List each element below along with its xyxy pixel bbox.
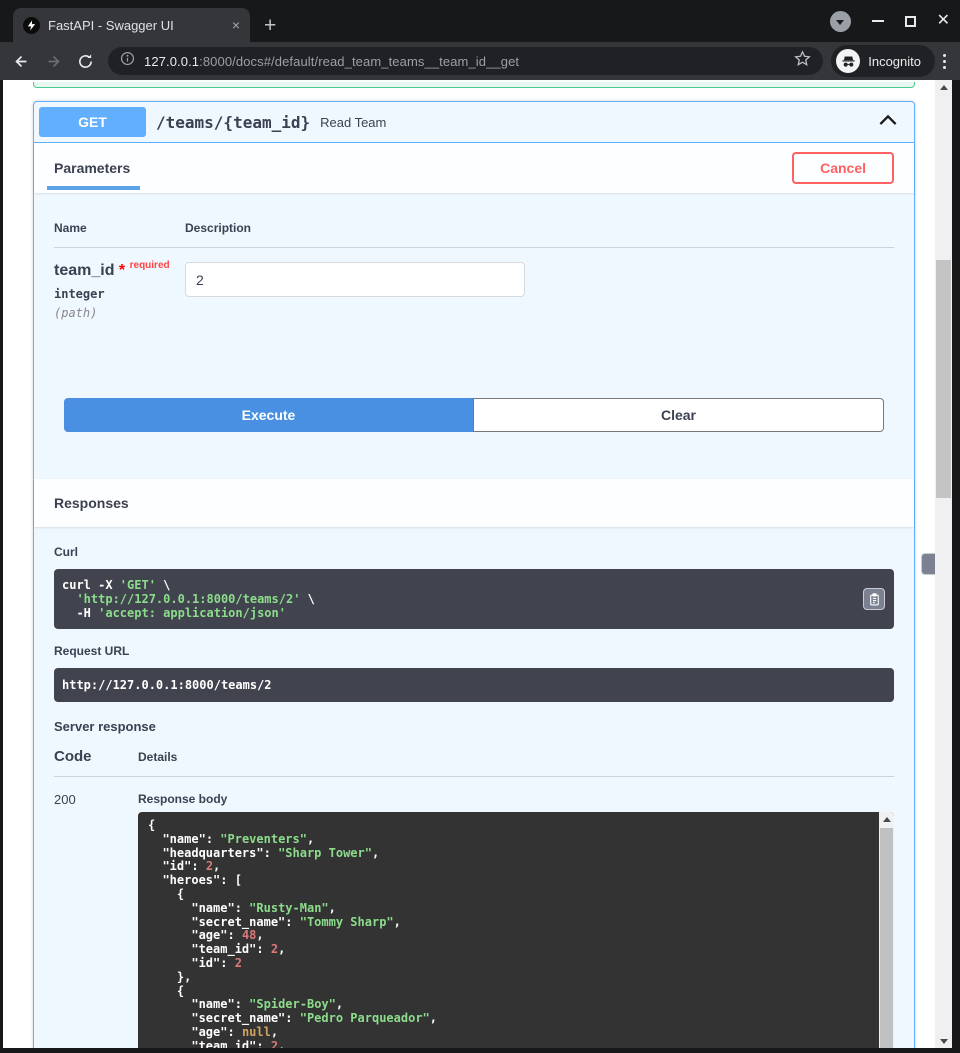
page-content: GET /teams/{team_id} Read Team Parameter… <box>0 80 960 1053</box>
code-column-header: Code <box>54 748 138 765</box>
tab-title: FastAPI - Swagger UI <box>48 18 224 33</box>
curl-command: curl -X 'GET' \ 'http://127.0.0.1:8000/t… <box>54 569 894 629</box>
response-body-label: Response body <box>138 792 894 806</box>
parameter-name: team_id * required <box>54 262 185 280</box>
collapse-chevron-icon[interactable] <box>879 113 897 131</box>
browser-tab[interactable]: FastAPI - Swagger UI × <box>13 8 250 42</box>
server-response-label: Server response <box>54 719 894 734</box>
parameters-tab-underline <box>47 186 140 190</box>
required-label: required <box>130 260 170 271</box>
incognito-label: Incognito <box>868 54 921 69</box>
maximize-button[interactable] <box>905 16 916 27</box>
parameters-tab[interactable]: Parameters <box>54 160 130 176</box>
tab-close-icon[interactable]: × <box>232 18 240 32</box>
response-body-scrollbar[interactable] <box>879 812 894 1048</box>
clear-button[interactable]: Clear <box>473 398 884 432</box>
browser-toolbar: 127.0.0.1:8000/docs#/default/read_team_t… <box>0 42 960 80</box>
parameters-section-header: Parameters Cancel <box>34 143 914 193</box>
page-scrollbar-thumb[interactable] <box>936 260 951 498</box>
responses-title: Responses <box>54 495 129 511</box>
operation-summary-text: Read Team <box>320 115 386 130</box>
operation-summary[interactable]: GET /teams/{team_id} Read Team <box>34 102 914 143</box>
responses-inner: Curl curl -X 'GET' \ 'http://127.0.0.1:8… <box>34 527 914 1048</box>
minimize-button[interactable] <box>872 20 884 22</box>
swagger-page: GET /teams/{team_id} Read Team Parameter… <box>3 80 935 1048</box>
response-row: 200 Response body { "name": "Preventers"… <box>54 792 894 1048</box>
execute-button[interactable]: Execute <box>64 398 473 432</box>
copy-to-clipboard-button[interactable] <box>863 588 885 610</box>
site-info-icon[interactable] <box>120 51 135 71</box>
curl-label: Curl <box>54 545 894 559</box>
cancel-button[interactable]: Cancel <box>792 152 894 184</box>
required-star: * <box>119 262 125 279</box>
get-operation-block: GET /teams/{team_id} Read Team Parameter… <box>33 101 915 1048</box>
response-body-block: { "name": "Preventers", "headquarters": … <box>138 812 894 1048</box>
operation-path: /teams/{team_id} <box>156 113 310 132</box>
request-url-value: http://127.0.0.1:8000/teams/2 <box>54 668 894 702</box>
parameters-table: Name Description team_id * required inte… <box>34 193 914 398</box>
url-text[interactable]: 127.0.0.1:8000/docs#/default/read_team_t… <box>144 54 785 69</box>
request-url-label: Request URL <box>54 644 894 658</box>
status-code: 200 <box>54 792 138 1048</box>
parameter-type: integer <box>54 287 185 301</box>
name-column-header: Name <box>54 221 185 235</box>
incognito-badge: Incognito <box>831 45 935 77</box>
response-scrollbar-thumb[interactable] <box>880 828 893 1048</box>
page-scrollbar[interactable] <box>935 80 952 1048</box>
previous-operation-block-edge[interactable] <box>33 82 915 88</box>
incognito-icon <box>836 49 860 73</box>
details-column-header: Details <box>138 750 177 764</box>
parameter-location: (path) <box>54 306 185 320</box>
response-table-header: Code Details <box>54 748 894 777</box>
new-tab-button[interactable]: + <box>264 15 276 36</box>
tab-search-icon[interactable] <box>830 11 851 32</box>
fastapi-favicon-icon <box>23 17 40 34</box>
team-id-input[interactable] <box>185 262 525 297</box>
parameter-row: team_id * required integer (path) <box>54 248 894 398</box>
close-window-button[interactable]: ✕ <box>937 13 950 29</box>
responses-section-header: Responses <box>34 479 914 527</box>
description-column-header: Description <box>185 221 251 235</box>
execute-button-group: Execute Clear <box>34 398 914 452</box>
bookmark-star-icon[interactable] <box>794 50 811 72</box>
http-method-badge: GET <box>39 107 146 137</box>
address-bar[interactable]: 127.0.0.1:8000/docs#/default/read_team_t… <box>108 47 823 75</box>
response-body-json: { "name": "Preventers", "headquarters": … <box>138 812 879 1048</box>
back-button[interactable] <box>6 46 36 76</box>
forward-button[interactable] <box>38 46 68 76</box>
reload-button[interactable] <box>70 46 100 76</box>
browser-tab-strip: FastAPI - Swagger UI × + ✕ <box>0 0 960 42</box>
browser-menu-icon[interactable] <box>943 54 946 69</box>
